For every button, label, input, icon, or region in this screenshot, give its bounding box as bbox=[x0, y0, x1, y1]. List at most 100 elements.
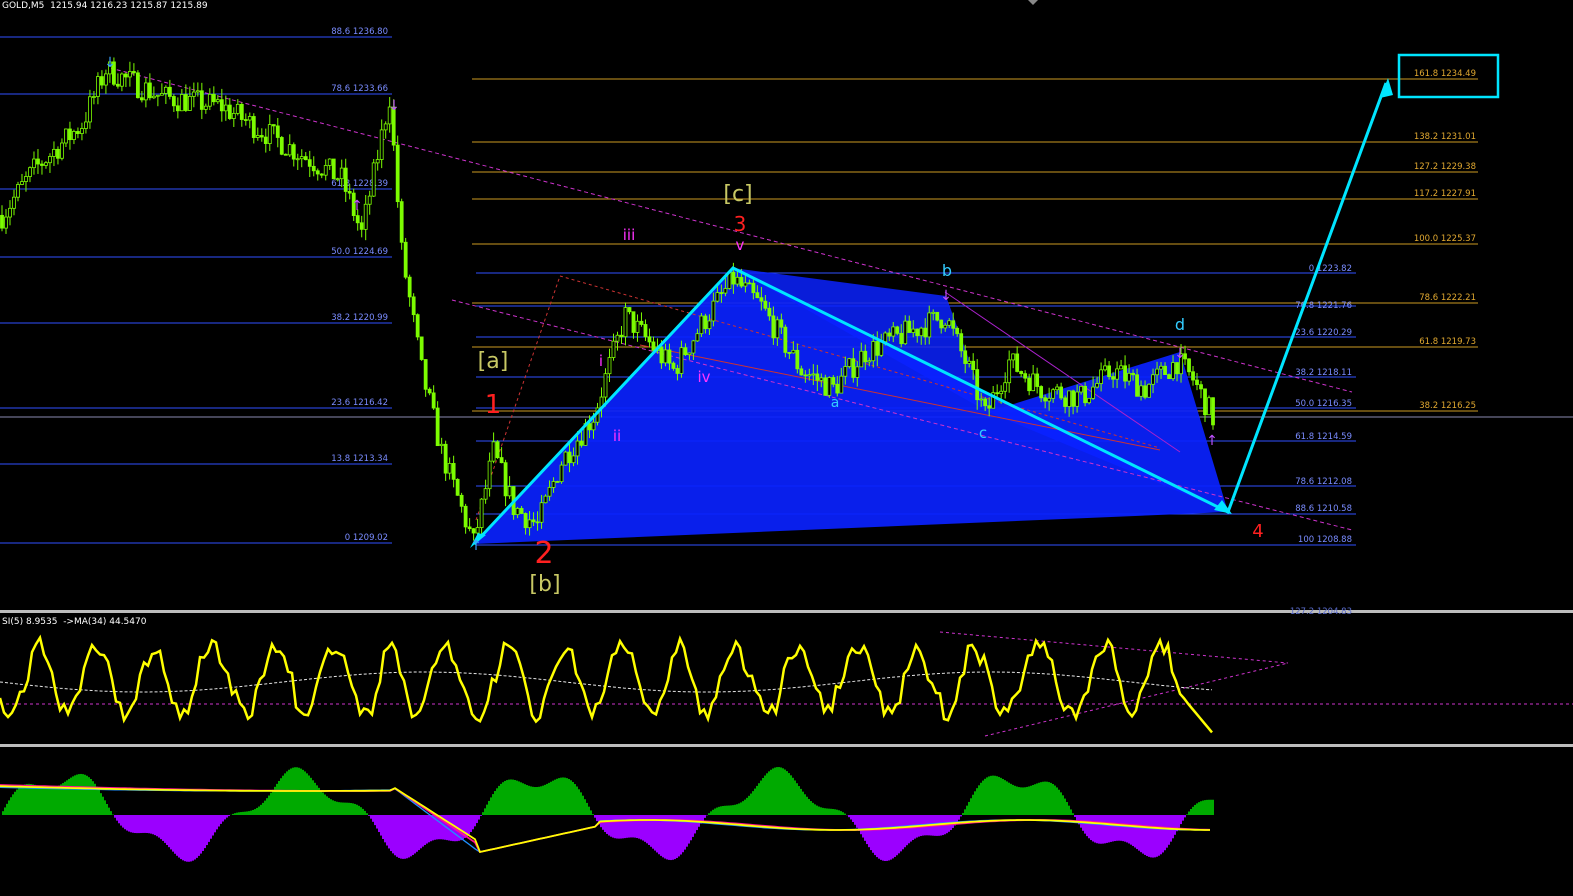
candle-body bbox=[904, 321, 907, 344]
histogram-bar bbox=[382, 815, 384, 839]
candle-body bbox=[956, 328, 959, 333]
histogram-bar bbox=[1064, 799, 1066, 815]
histogram-bar bbox=[786, 771, 788, 815]
histogram-bar bbox=[1172, 815, 1174, 838]
histogram-bar bbox=[378, 815, 380, 832]
candle-body bbox=[520, 508, 523, 513]
histogram-bar bbox=[176, 815, 178, 856]
candle-body bbox=[452, 463, 455, 479]
histogram-bar bbox=[1188, 812, 1190, 815]
histogram-bar bbox=[1036, 783, 1038, 815]
panel-separator-2[interactable] bbox=[0, 744, 1573, 747]
histogram-bar bbox=[214, 815, 216, 832]
histogram-bar bbox=[1084, 815, 1086, 834]
histogram-bar bbox=[906, 815, 908, 845]
histogram-bar bbox=[1130, 815, 1132, 845]
candle-body bbox=[396, 145, 399, 202]
histogram-bar bbox=[1134, 815, 1136, 848]
histogram-bar bbox=[1034, 784, 1036, 815]
candle-body bbox=[492, 442, 495, 461]
histogram-bar bbox=[986, 777, 988, 815]
histogram-bar bbox=[530, 786, 532, 815]
candle-body bbox=[828, 378, 831, 396]
scroll-marker-icon[interactable] bbox=[1028, 0, 1038, 5]
candle-body bbox=[1068, 391, 1071, 407]
histogram-bar bbox=[554, 780, 556, 815]
histogram-bar bbox=[748, 796, 750, 815]
histogram-bar bbox=[192, 815, 194, 861]
histogram-bar bbox=[898, 815, 900, 853]
histogram-bar bbox=[558, 778, 560, 815]
candle-body bbox=[280, 137, 283, 154]
candle-body bbox=[696, 334, 699, 341]
candle-body bbox=[348, 191, 351, 193]
histogram-bar bbox=[182, 815, 184, 860]
candle-body bbox=[1140, 386, 1143, 396]
histogram-bar bbox=[552, 781, 554, 815]
histogram-bar bbox=[480, 815, 482, 816]
histogram-bar bbox=[380, 815, 382, 836]
histogram-bar bbox=[196, 815, 198, 858]
histogram-bar bbox=[372, 815, 374, 822]
candle-body bbox=[1124, 366, 1127, 381]
candle-body bbox=[116, 84, 119, 86]
candle-body bbox=[476, 528, 479, 533]
histogram-bar bbox=[952, 815, 954, 828]
histogram-bar bbox=[470, 815, 472, 832]
chart-stage: 88.6 1236.80 78.6 1233.66 61.8 1228.39 5… bbox=[0, 0, 1573, 892]
candle-body bbox=[1204, 389, 1207, 415]
candle-body bbox=[448, 463, 451, 473]
candle-body bbox=[508, 487, 511, 496]
candle-body bbox=[240, 104, 243, 119]
candle-body bbox=[808, 375, 811, 376]
histogram-bar bbox=[56, 786, 58, 815]
fib-gold-label: 100.0 1225.37 bbox=[1414, 234, 1476, 244]
candle-body bbox=[12, 197, 15, 208]
candle-body bbox=[1172, 363, 1175, 379]
projection-arrowhead-icon bbox=[1380, 78, 1393, 98]
histogram-bar bbox=[1210, 800, 1212, 815]
candle-body bbox=[932, 312, 935, 313]
histogram-bar bbox=[1136, 815, 1138, 849]
histogram-bar bbox=[404, 815, 406, 859]
candle-body bbox=[72, 131, 75, 139]
histogram-bar bbox=[178, 815, 180, 858]
histogram-bar bbox=[778, 767, 780, 815]
histogram-bar bbox=[1144, 815, 1146, 855]
chart-header: GOLD,M5 1215.94 1216.23 1215.87 1215.89 bbox=[2, 1, 208, 11]
histogram-bar bbox=[1004, 780, 1006, 815]
histogram-bar bbox=[198, 815, 200, 856]
histogram-bar bbox=[348, 803, 350, 815]
histogram-bar bbox=[988, 776, 990, 815]
candle-body bbox=[792, 350, 795, 353]
symbol-label: GOLD,M5 bbox=[2, 1, 44, 11]
wave-label-iii: iii bbox=[623, 226, 636, 244]
candle-body bbox=[1036, 374, 1039, 387]
histogram-bar bbox=[964, 809, 966, 815]
histogram-bar bbox=[754, 789, 756, 815]
histogram-bar bbox=[358, 806, 360, 815]
histogram-bar bbox=[318, 788, 320, 815]
histogram-bar bbox=[326, 796, 328, 815]
candle-body bbox=[888, 333, 891, 336]
fib-left-label: 13.8 1213.34 bbox=[331, 454, 388, 464]
histogram-bar bbox=[776, 767, 778, 815]
histogram-bar bbox=[250, 811, 252, 815]
histogram-bar bbox=[882, 815, 884, 861]
candle-body bbox=[176, 106, 179, 111]
candle-body bbox=[908, 321, 911, 332]
histogram-bar bbox=[640, 815, 642, 839]
candle-body bbox=[324, 165, 327, 175]
candle-body bbox=[900, 333, 903, 343]
candle-body bbox=[772, 316, 775, 338]
histogram-bar bbox=[524, 784, 526, 815]
histogram-bar bbox=[742, 801, 744, 815]
histogram-bar bbox=[850, 815, 852, 819]
histogram-bar bbox=[48, 788, 50, 815]
histogram-bar bbox=[1208, 800, 1210, 815]
candle-body bbox=[156, 95, 159, 96]
histogram-bar bbox=[838, 810, 840, 815]
histogram-bar bbox=[8, 800, 10, 815]
histogram-bar bbox=[514, 780, 516, 815]
histogram-bar bbox=[40, 787, 42, 815]
